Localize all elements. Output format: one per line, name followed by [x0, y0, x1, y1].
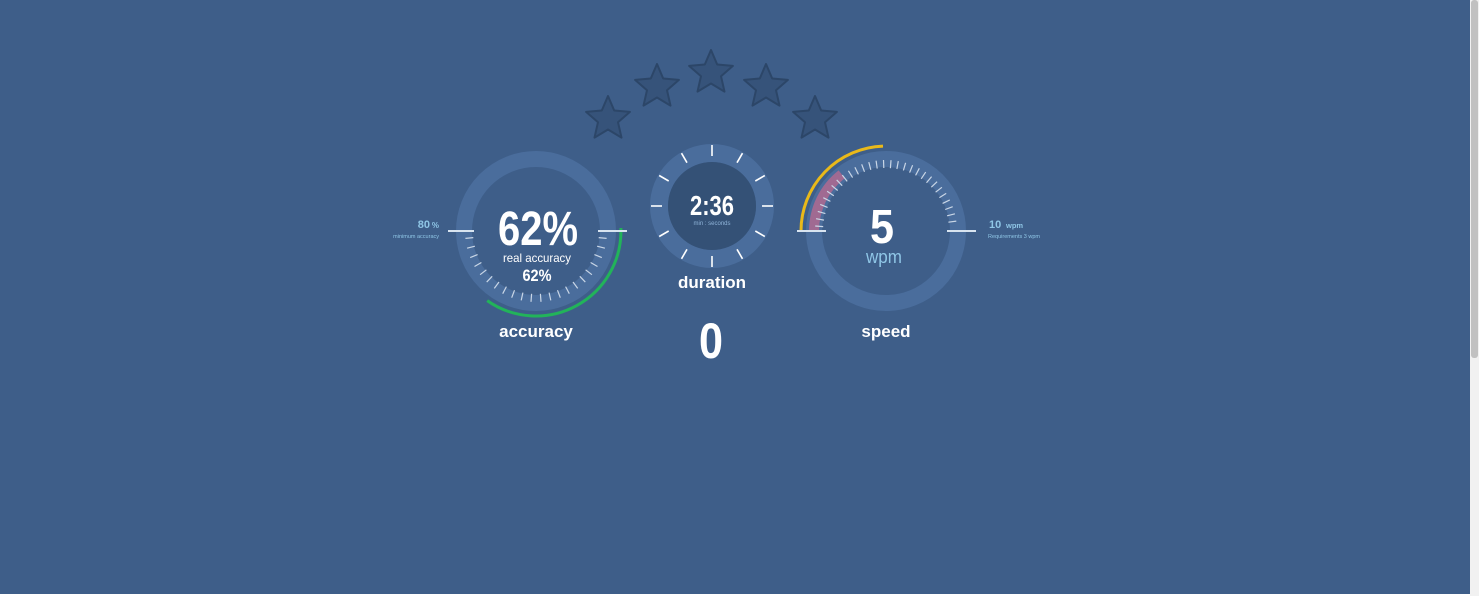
duration-gauge: 2:36 min : seconds duration — [650, 144, 774, 292]
speed-tick — [889, 160, 892, 169]
results-screen: 62% real accuracy 62% accuracy 2:36 min … — [0, 0, 1470, 594]
duration-title: duration — [678, 273, 746, 292]
accuracy-title: accuracy — [499, 322, 573, 341]
accuracy-gauge: 62% real accuracy 62% accuracy — [448, 151, 627, 341]
speed-req-unit: wpm — [1005, 221, 1023, 230]
duration-unit: min : seconds — [693, 221, 730, 227]
counter-value: 0 — [699, 313, 723, 369]
accuracy-min-value: 80 — [418, 219, 430, 231]
accuracy-tick — [539, 293, 542, 302]
real-accuracy-value: 62% — [523, 266, 552, 285]
accuracy-min-label: 80 % minimum accuracy — [393, 219, 439, 240]
accuracy-value: 62% — [498, 203, 578, 256]
speed-gauge: 5 wpm speed — [797, 144, 976, 341]
accuracy-tick — [465, 237, 474, 239]
accuracy-tick — [598, 237, 607, 239]
gauges: 62% real accuracy 62% accuracy 2:36 min … — [393, 144, 1040, 369]
speed-tick — [815, 225, 824, 228]
real-accuracy-label: real accuracy — [503, 251, 571, 265]
accuracy-min-caption: minimum accuracy — [393, 234, 439, 240]
scrollbar-thumb[interactable] — [1471, 0, 1478, 358]
speed-req-caption: Requirements 3 wpm — [988, 234, 1040, 240]
duration-value: 2:36 — [690, 190, 734, 221]
accuracy-min-unit: % — [432, 221, 439, 230]
speed-unit: wpm — [865, 247, 902, 267]
speed-req-value: 10 — [989, 219, 1001, 231]
accuracy-tick — [530, 293, 533, 302]
speed-req-label: 10 wpm Requirements 3 wpm — [988, 219, 1040, 240]
speed-title: speed — [861, 322, 910, 341]
